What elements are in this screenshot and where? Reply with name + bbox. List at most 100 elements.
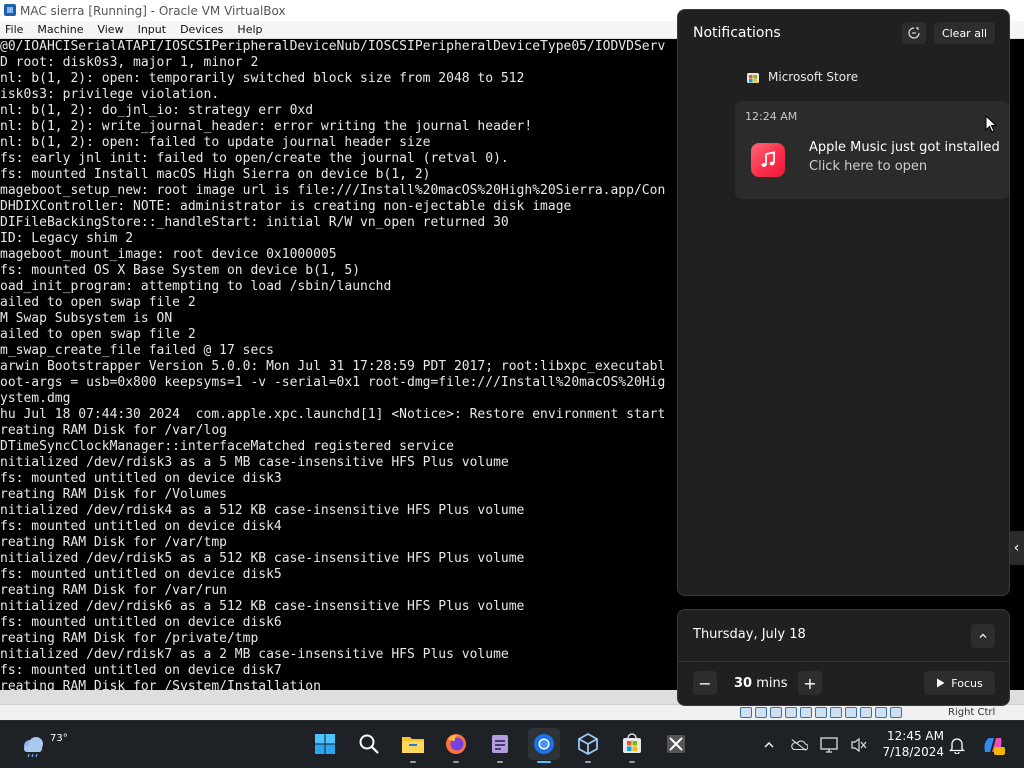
chevron-left-icon[interactable]: ‹ — [1009, 531, 1024, 565]
focus-duration: 30 mins — [734, 676, 788, 691]
console-line: reating RAM Disk for /var/log — [0, 423, 227, 438]
console-line: mageboot_mount_image: root device 0x1000… — [0, 247, 337, 262]
console-line: reating RAM Disk for /var/tmp — [0, 535, 227, 550]
menu-devices[interactable]: Devices — [175, 21, 232, 39]
display-icon[interactable] — [830, 707, 842, 718]
console-line: DHDIXController: NOTE: administrator is … — [0, 199, 572, 214]
start-button[interactable] — [309, 728, 341, 760]
console-line: DIFileBackingStore::_handleStart: initia… — [0, 215, 509, 230]
mouse-integration-icon[interactable] — [875, 707, 887, 718]
calendar-expand-button[interactable] — [971, 624, 995, 648]
focus-button[interactable]: Focus — [924, 671, 995, 695]
do-not-disturb-button[interactable] — [902, 22, 926, 44]
chrome-button[interactable] — [528, 728, 560, 763]
focus-increase-button[interactable]: + — [798, 671, 822, 695]
chevron-up-icon[interactable] — [760, 736, 778, 754]
vm-status-bar: Right Ctrl — [0, 704, 1024, 720]
console-line: oot-args = usb=0x800 keepsyms=1 -v -seri… — [0, 375, 666, 390]
menu-input[interactable]: Input — [133, 21, 175, 39]
console-line: nl: b(1, 2): open: failed to update jour… — [0, 135, 431, 150]
chevron-up-icon — [979, 633, 987, 638]
notification-toast[interactable]: 12:24 AM Apple Music just got installed … — [735, 101, 1009, 199]
weather-widget[interactable]: 73° — [18, 729, 68, 761]
console-line: fs: mounted untitled on device disk4 — [0, 519, 282, 534]
onedrive-icon[interactable] — [790, 736, 808, 754]
virtualbox-button[interactable] — [572, 728, 604, 763]
network-icon[interactable] — [785, 707, 797, 718]
console-line: @0/IOAHCISerialATAPI/IOSCSIPeripheralDev… — [0, 39, 666, 54]
recording-icon[interactable] — [845, 707, 857, 718]
console-line: reating RAM Disk for /private/tmp — [0, 631, 259, 646]
console-line: reating RAM Disk for /System/Installatio… — [0, 679, 321, 690]
usb-icon[interactable] — [800, 707, 812, 718]
menu-help[interactable]: Help — [232, 21, 271, 39]
copilot-icon[interactable] — [980, 732, 1006, 758]
virtualbox-icon — [578, 732, 598, 756]
firefox-button[interactable] — [440, 728, 472, 763]
focus-unit: mins — [756, 676, 788, 691]
notepad-icon — [492, 735, 508, 753]
chrome-icon — [534, 734, 554, 754]
console-line: fs: mounted untitled on device disk6 — [0, 615, 282, 630]
hard-disk-icon[interactable] — [740, 707, 752, 718]
menu-file[interactable]: File — [0, 21, 32, 39]
optical-drive-icon[interactable] — [755, 707, 767, 718]
running-indicator — [497, 761, 503, 763]
keyboard-icon[interactable] — [890, 707, 902, 718]
snipping-tool-icon — [667, 735, 685, 753]
taskbar: 73° 12:45 AM 7/18/2024 — [0, 720, 1024, 768]
music-note-icon — [751, 143, 785, 177]
console-line: reating RAM Disk for /var/run — [0, 583, 227, 598]
host-key-label: Right Ctrl — [948, 707, 996, 718]
vm-status-icons — [740, 707, 902, 718]
console-line: fs: early jnl init: failed to open/creat… — [0, 151, 509, 166]
console-line: fs: mounted untitled on device disk7 — [0, 663, 282, 678]
toast-subtitle: Click here to open — [809, 159, 928, 174]
menu-machine[interactable]: Machine — [32, 21, 92, 39]
notepad-button[interactable] — [484, 728, 516, 763]
console-line: m_swap_create_file failed @ 17 secs — [0, 343, 274, 358]
console-line: fs: mounted Install macOS High Sierra on… — [0, 167, 431, 182]
focus-button-label: Focus — [951, 676, 983, 690]
console-line: ystem.dmg — [0, 391, 71, 406]
clock-time: 12:45 AM — [887, 729, 944, 743]
console-line: reating RAM Disk for /Volumes — [0, 487, 227, 502]
console-line: isk0s3: privilege violation. — [0, 87, 220, 102]
console-line: DTimeSyncClockManager::interfaceMatched … — [0, 439, 454, 454]
menu-view[interactable]: View — [92, 21, 132, 39]
focus-minutes: 30 — [734, 676, 753, 691]
dnd-icon — [908, 27, 920, 39]
system-tray — [760, 721, 868, 768]
firefox-icon — [446, 734, 466, 754]
console-line: nitialized /dev/rdisk7 as a 2 MB case-in… — [0, 647, 509, 662]
virtualbox-window-icon — [4, 4, 16, 16]
cpu-icon[interactable] — [860, 707, 872, 718]
shared-folders-icon[interactable] — [815, 707, 827, 718]
console-line: nl: b(1, 2): do_jnl_io: strategy err 0xd — [0, 103, 314, 118]
microsoft-store-button[interactable] — [616, 728, 648, 763]
toast-title: Apple Music just got installed — [809, 140, 1000, 155]
snipping-tool-button[interactable] — [660, 728, 692, 760]
console-line: fs: mounted untitled on device disk5 — [0, 567, 282, 582]
display-icon[interactable] — [820, 736, 838, 754]
console-line: nitialized /dev/rdisk4 as a 512 KB case-… — [0, 503, 525, 518]
audio-icon[interactable] — [770, 707, 782, 718]
console-line: nl: b(1, 2): write_journal_header: error… — [0, 119, 533, 134]
volume-muted-icon[interactable] — [850, 736, 868, 754]
notification-group-header: Microsoft Store — [746, 70, 858, 84]
running-indicator — [537, 761, 551, 763]
console-line: mageboot_setup_new: root image url is fi… — [0, 183, 666, 198]
boot-console: @0/IOAHCISerialATAPI/IOSCSIPeripheralDev… — [0, 39, 680, 690]
focus-decrease-button[interactable]: − — [693, 671, 717, 695]
clock[interactable]: 12:45 AM 7/18/2024 — [882, 728, 944, 760]
microsoft-store-icon — [747, 73, 759, 83]
divider — [678, 661, 1009, 662]
clear-all-button[interactable]: Clear all — [934, 22, 995, 44]
console-line: nitialized /dev/rdisk3 as a 5 MB case-in… — [0, 455, 509, 470]
search-button[interactable] — [353, 728, 385, 760]
console-line: hu Jul 18 07:44:30 2024 com.apple.xpc.la… — [0, 407, 666, 422]
file-explorer-button[interactable] — [397, 728, 429, 763]
console-line: fs: mounted OS X Base System on device b… — [0, 263, 361, 278]
bell-icon[interactable] — [948, 736, 966, 754]
console-line: arwin Bootstrapper Version 5.0.0: Mon Ju… — [0, 359, 666, 374]
